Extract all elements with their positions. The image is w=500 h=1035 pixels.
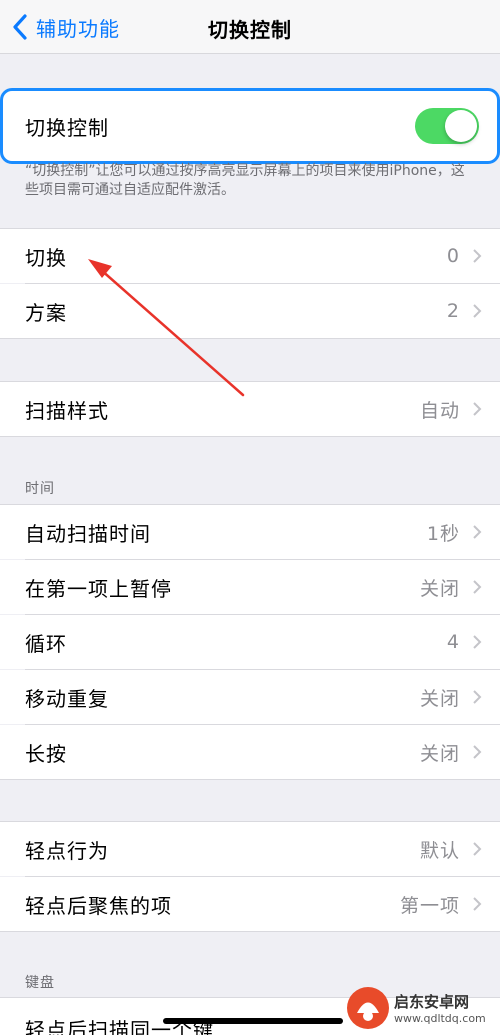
- navigation-bar: 辅助功能 切换控制: [0, 0, 500, 54]
- home-indicator[interactable]: [163, 1018, 343, 1024]
- time-section-header: 时间: [25, 481, 55, 497]
- divider: [0, 931, 500, 932]
- recipes-value: 2: [446, 300, 460, 322]
- long-press-value: 关闭: [419, 742, 460, 765]
- tap-behavior-row[interactable]: 轻点行为 默认: [0, 822, 500, 876]
- move-repeat-row[interactable]: 移动重复 关闭: [0, 670, 500, 724]
- watermark-url: www.qdltdq.com: [394, 1012, 486, 1025]
- focused-item-after-tap-label: 轻点后聚焦的项: [25, 893, 172, 918]
- scanning-style-value: 自动: [419, 399, 460, 422]
- watermark-logo-icon: [347, 987, 389, 1029]
- page-title: 切换控制: [208, 18, 292, 42]
- chevron-right-icon: [473, 580, 482, 594]
- chevron-right-icon: [473, 897, 482, 911]
- pause-on-first-item-row[interactable]: 在第一项上暂停 关闭: [0, 560, 500, 614]
- divider: [0, 436, 500, 437]
- recipes-row[interactable]: 方案 2: [0, 284, 500, 338]
- focused-item-after-tap-value: 第一项: [399, 894, 460, 917]
- long-press-label: 长按: [25, 741, 67, 766]
- pause-on-first-item-label: 在第一项上暂停: [25, 576, 172, 601]
- auto-scanning-time-row[interactable]: 自动扫描时间 1秒: [0, 505, 500, 559]
- divider: [0, 338, 500, 339]
- chevron-right-icon: [473, 525, 482, 539]
- loops-value: 4: [446, 631, 460, 653]
- keyboard-section-header: 键盘: [25, 975, 55, 991]
- pause-on-first-item-value: 关闭: [419, 577, 460, 600]
- tap-behavior-value: 默认: [419, 839, 460, 862]
- chevron-right-icon: [473, 690, 482, 704]
- divider: [0, 779, 500, 780]
- auto-scanning-time-label: 自动扫描时间: [25, 521, 151, 546]
- watermark-name: 启东安卓网: [394, 993, 470, 1011]
- toggle-knob: [445, 110, 477, 142]
- switch-control-toggle[interactable]: [415, 108, 479, 144]
- switches-row[interactable]: 切换 0: [0, 229, 500, 283]
- loops-label: 循环: [25, 631, 67, 656]
- loops-row[interactable]: 循环 4: [0, 615, 500, 669]
- chevron-right-icon: [473, 304, 482, 318]
- chevron-right-icon: [473, 402, 482, 416]
- watermark: 启东安卓网 www.qdltdq.com: [346, 983, 496, 1033]
- focused-item-after-tap-row[interactable]: 轻点后聚焦的项 第一项: [0, 877, 500, 931]
- scanning-style-label: 扫描样式: [25, 398, 109, 423]
- recipes-label: 方案: [25, 300, 67, 325]
- switch-control-label: 切换控制: [25, 115, 109, 140]
- tap-behavior-label: 轻点行为: [25, 838, 109, 863]
- switches-value: 0: [446, 245, 460, 267]
- switches-label: 切换: [25, 245, 67, 270]
- auto-scanning-time-value: 1秒: [426, 522, 460, 545]
- chevron-right-icon: [473, 745, 482, 759]
- long-press-row[interactable]: 长按 关闭: [0, 725, 500, 779]
- switch-control-row: 切换控制: [0, 88, 500, 164]
- chevron-right-icon: [473, 249, 482, 263]
- chevron-right-icon: [473, 842, 482, 856]
- switch-control-description: “切换控制”让您可以通过按序高亮显示屏幕上的项目来使用iPhone，这些项目需可…: [25, 163, 465, 198]
- move-repeat-label: 移动重复: [25, 686, 109, 711]
- move-repeat-value: 关闭: [419, 687, 460, 710]
- scanning-style-row[interactable]: 扫描样式 自动: [0, 382, 500, 436]
- chevron-right-icon: [473, 635, 482, 649]
- watermark-text: 启东安卓网 www.qdltdq.com: [394, 991, 486, 1025]
